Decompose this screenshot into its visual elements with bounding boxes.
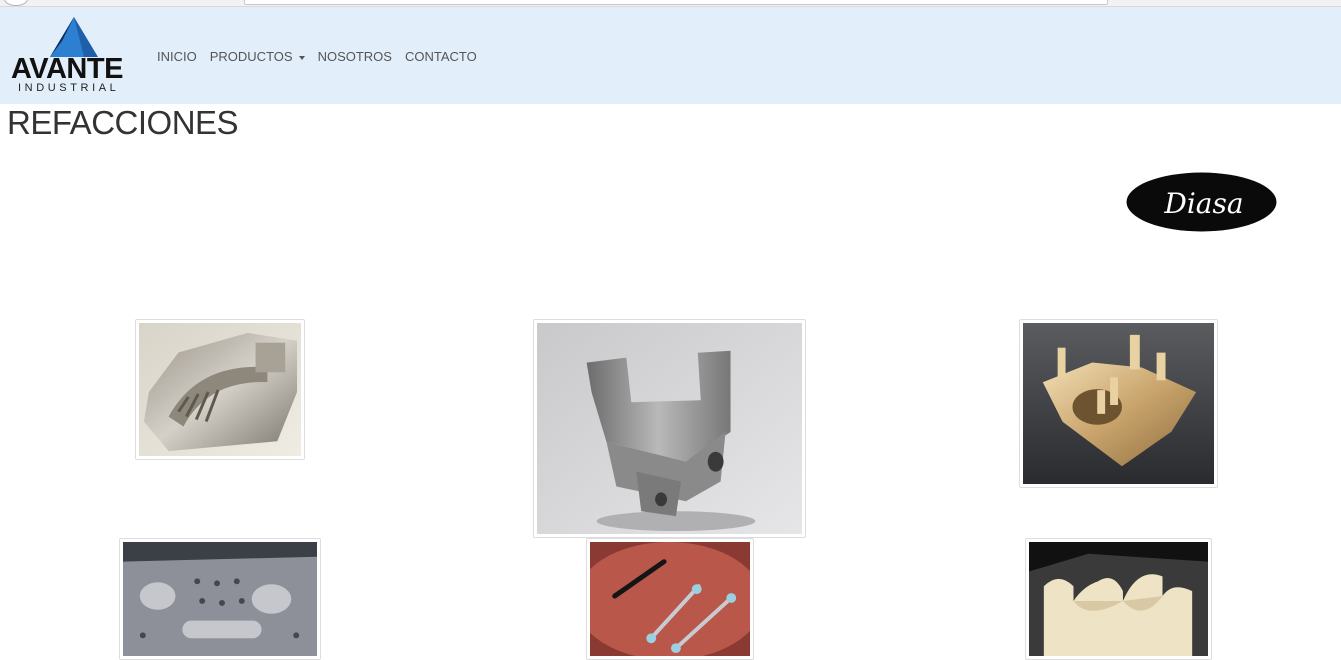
page-title: REFACCIONES [7, 104, 239, 141]
gallery-image-1[interactable] [135, 319, 305, 460]
logo-subword: INDUSTRIAL [18, 82, 120, 94]
part-links-image [590, 542, 750, 656]
nav-item-productos-label: PRODUCTOS [209, 49, 293, 64]
gallery-image-6[interactable] [1025, 538, 1212, 660]
diasa-logo-image: Diasa [1126, 172, 1277, 232]
nav-item-contacto[interactable]: CONTACTO [405, 49, 477, 64]
part-block-image [537, 323, 802, 534]
nav-item-inicio[interactable]: INICIO [157, 49, 197, 64]
main-nav: INICIO PRODUCTOS NOSOTROS CONTACTO [157, 49, 477, 64]
gallery-image-3[interactable] [1019, 319, 1218, 488]
logo-triangle-icon [50, 17, 98, 57]
browser-address-bar[interactable] [244, 0, 1108, 5]
gallery-image-5[interactable] [586, 538, 754, 660]
chevron-down-icon [298, 55, 305, 60]
svg-text:Diasa: Diasa [1163, 187, 1243, 220]
nav-item-nosotros[interactable]: NOSOTROS [318, 49, 392, 64]
gallery-image-2[interactable] [533, 319, 806, 538]
part-plate-image [123, 542, 317, 656]
part-brass-fixture-image [1023, 323, 1214, 484]
browser-refresh-icon[interactable] [4, 0, 28, 6]
browser-chrome-strip [0, 0, 1341, 7]
part-saddle-image [1029, 542, 1208, 656]
logo-wordmark: AVANTE [11, 53, 123, 85]
gallery-image-4[interactable] [119, 538, 321, 660]
site-logo[interactable]: AVANTE INDUSTRIAL [8, 17, 138, 97]
navbar: AVANTE INDUSTRIAL INICIO PRODUCTOS NOSOT… [0, 7, 1341, 104]
diasa-logo: Diasa [1126, 172, 1277, 232]
nav-item-productos[interactable]: PRODUCTOS [210, 49, 305, 64]
part-bracket-image [139, 323, 301, 456]
